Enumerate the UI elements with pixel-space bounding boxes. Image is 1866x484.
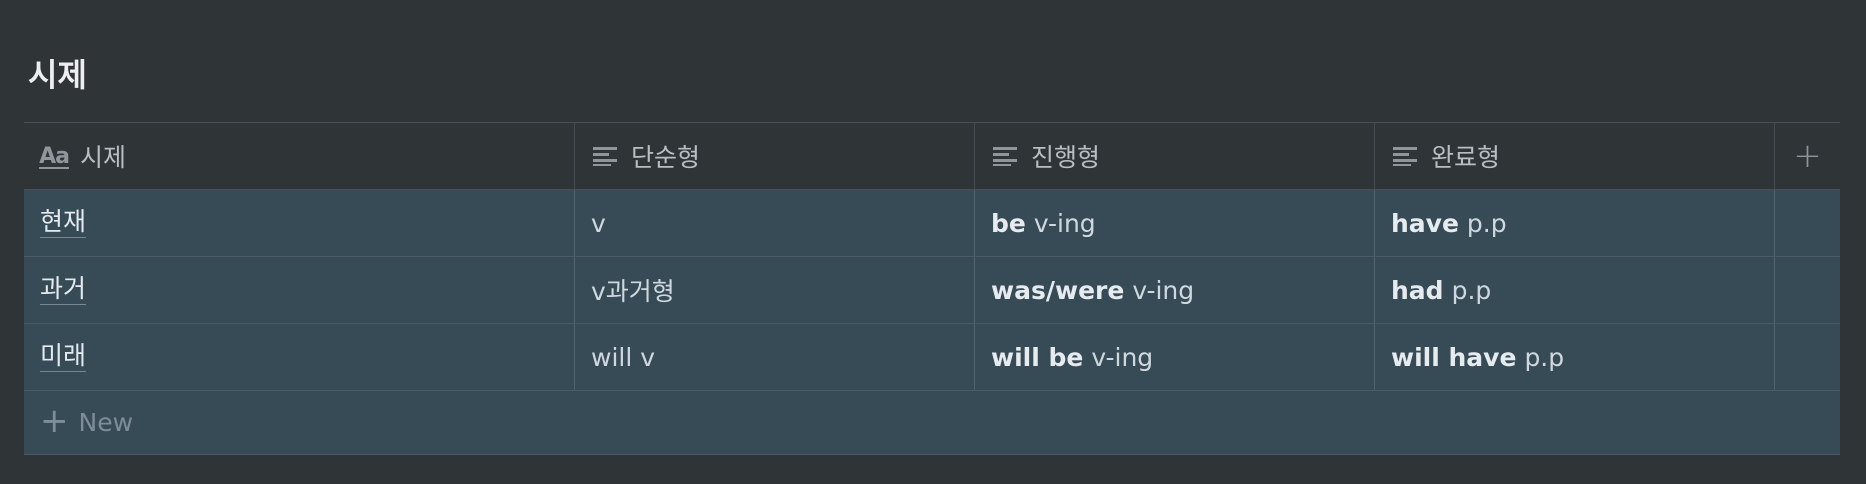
cell-text: v [591,208,606,238]
name-cell[interactable]: 미래 [24,324,575,390]
row-name[interactable]: 과거 [40,274,87,305]
plus-icon: + [1793,136,1822,176]
new-row-label: New [78,408,134,437]
empty-cell[interactable] [1775,257,1840,323]
database-table: Aa 시제 단순형 진행형 완료형 + 현재 v be v-ing have p… [24,122,1840,455]
row-name[interactable]: 미래 [40,341,87,372]
cell-text: p.p [1524,342,1565,372]
name-cell[interactable]: 현재 [24,190,575,256]
table-header-row: Aa 시제 단순형 진행형 완료형 + [24,123,1840,190]
aa-title-icon: Aa [39,143,70,169]
column-header-label: 단순형 [631,143,701,172]
table-row[interactable]: 미래 will v will be v-ing will have p.p [24,324,1840,391]
cell-bold-text: will be [991,342,1084,372]
add-column-button[interactable]: + [1775,123,1840,189]
table-row[interactable]: 현재 v be v-ing have p.p [24,190,1840,257]
cell-text: v-ing [1033,208,1096,238]
perfect-cell[interactable]: had p.p [1375,257,1775,323]
cell-text: will v [591,342,656,372]
column-header-perfect[interactable]: 완료형 [1375,123,1775,189]
name-cell[interactable]: 과거 [24,257,575,323]
row-name[interactable]: 현재 [40,207,87,238]
simple-cell[interactable]: v [575,190,975,256]
page: 시제 Aa 시제 단순형 진행형 완료형 + 현재 v be v-ing hav… [0,0,1866,484]
column-header-simple[interactable]: 단순형 [575,123,975,189]
column-header-label: 진행형 [1031,143,1101,172]
cell-text: v-ing [1091,342,1154,372]
cell-text: v-ing [1132,275,1195,305]
database-title[interactable]: 시제 [28,56,87,94]
plus-icon: + [40,400,69,441]
column-header-progressive[interactable]: 진행형 [975,123,1375,189]
cell-text: p.p [1466,208,1507,238]
column-header-label: 완료형 [1431,143,1501,172]
new-row-button[interactable]: + New [24,391,1840,455]
empty-cell[interactable] [1775,324,1840,390]
cell-bold-text: be [991,208,1026,238]
perfect-cell[interactable]: have p.p [1375,190,1775,256]
cell-text: v과거형 [591,277,675,306]
column-header-label: 시제 [80,143,127,172]
text-lines-icon [591,145,619,167]
progressive-cell[interactable]: be v-ing [975,190,1375,256]
simple-cell[interactable]: v과거형 [575,257,975,323]
cell-bold-text: have [1391,208,1459,238]
cell-text: p.p [1451,275,1492,305]
simple-cell[interactable]: will v [575,324,975,390]
text-lines-icon [1391,145,1419,167]
progressive-cell[interactable]: will be v-ing [975,324,1375,390]
cell-bold-text: was/were [991,275,1125,305]
empty-cell[interactable] [1775,190,1840,256]
table-row[interactable]: 과거 v과거형 was/were v-ing had p.p [24,257,1840,324]
column-header-name[interactable]: Aa 시제 [24,123,575,189]
cell-bold-text: had [1391,275,1444,305]
text-lines-icon [991,145,1019,167]
progressive-cell[interactable]: was/were v-ing [975,257,1375,323]
cell-bold-text: will have [1391,342,1517,372]
perfect-cell[interactable]: will have p.p [1375,324,1775,390]
